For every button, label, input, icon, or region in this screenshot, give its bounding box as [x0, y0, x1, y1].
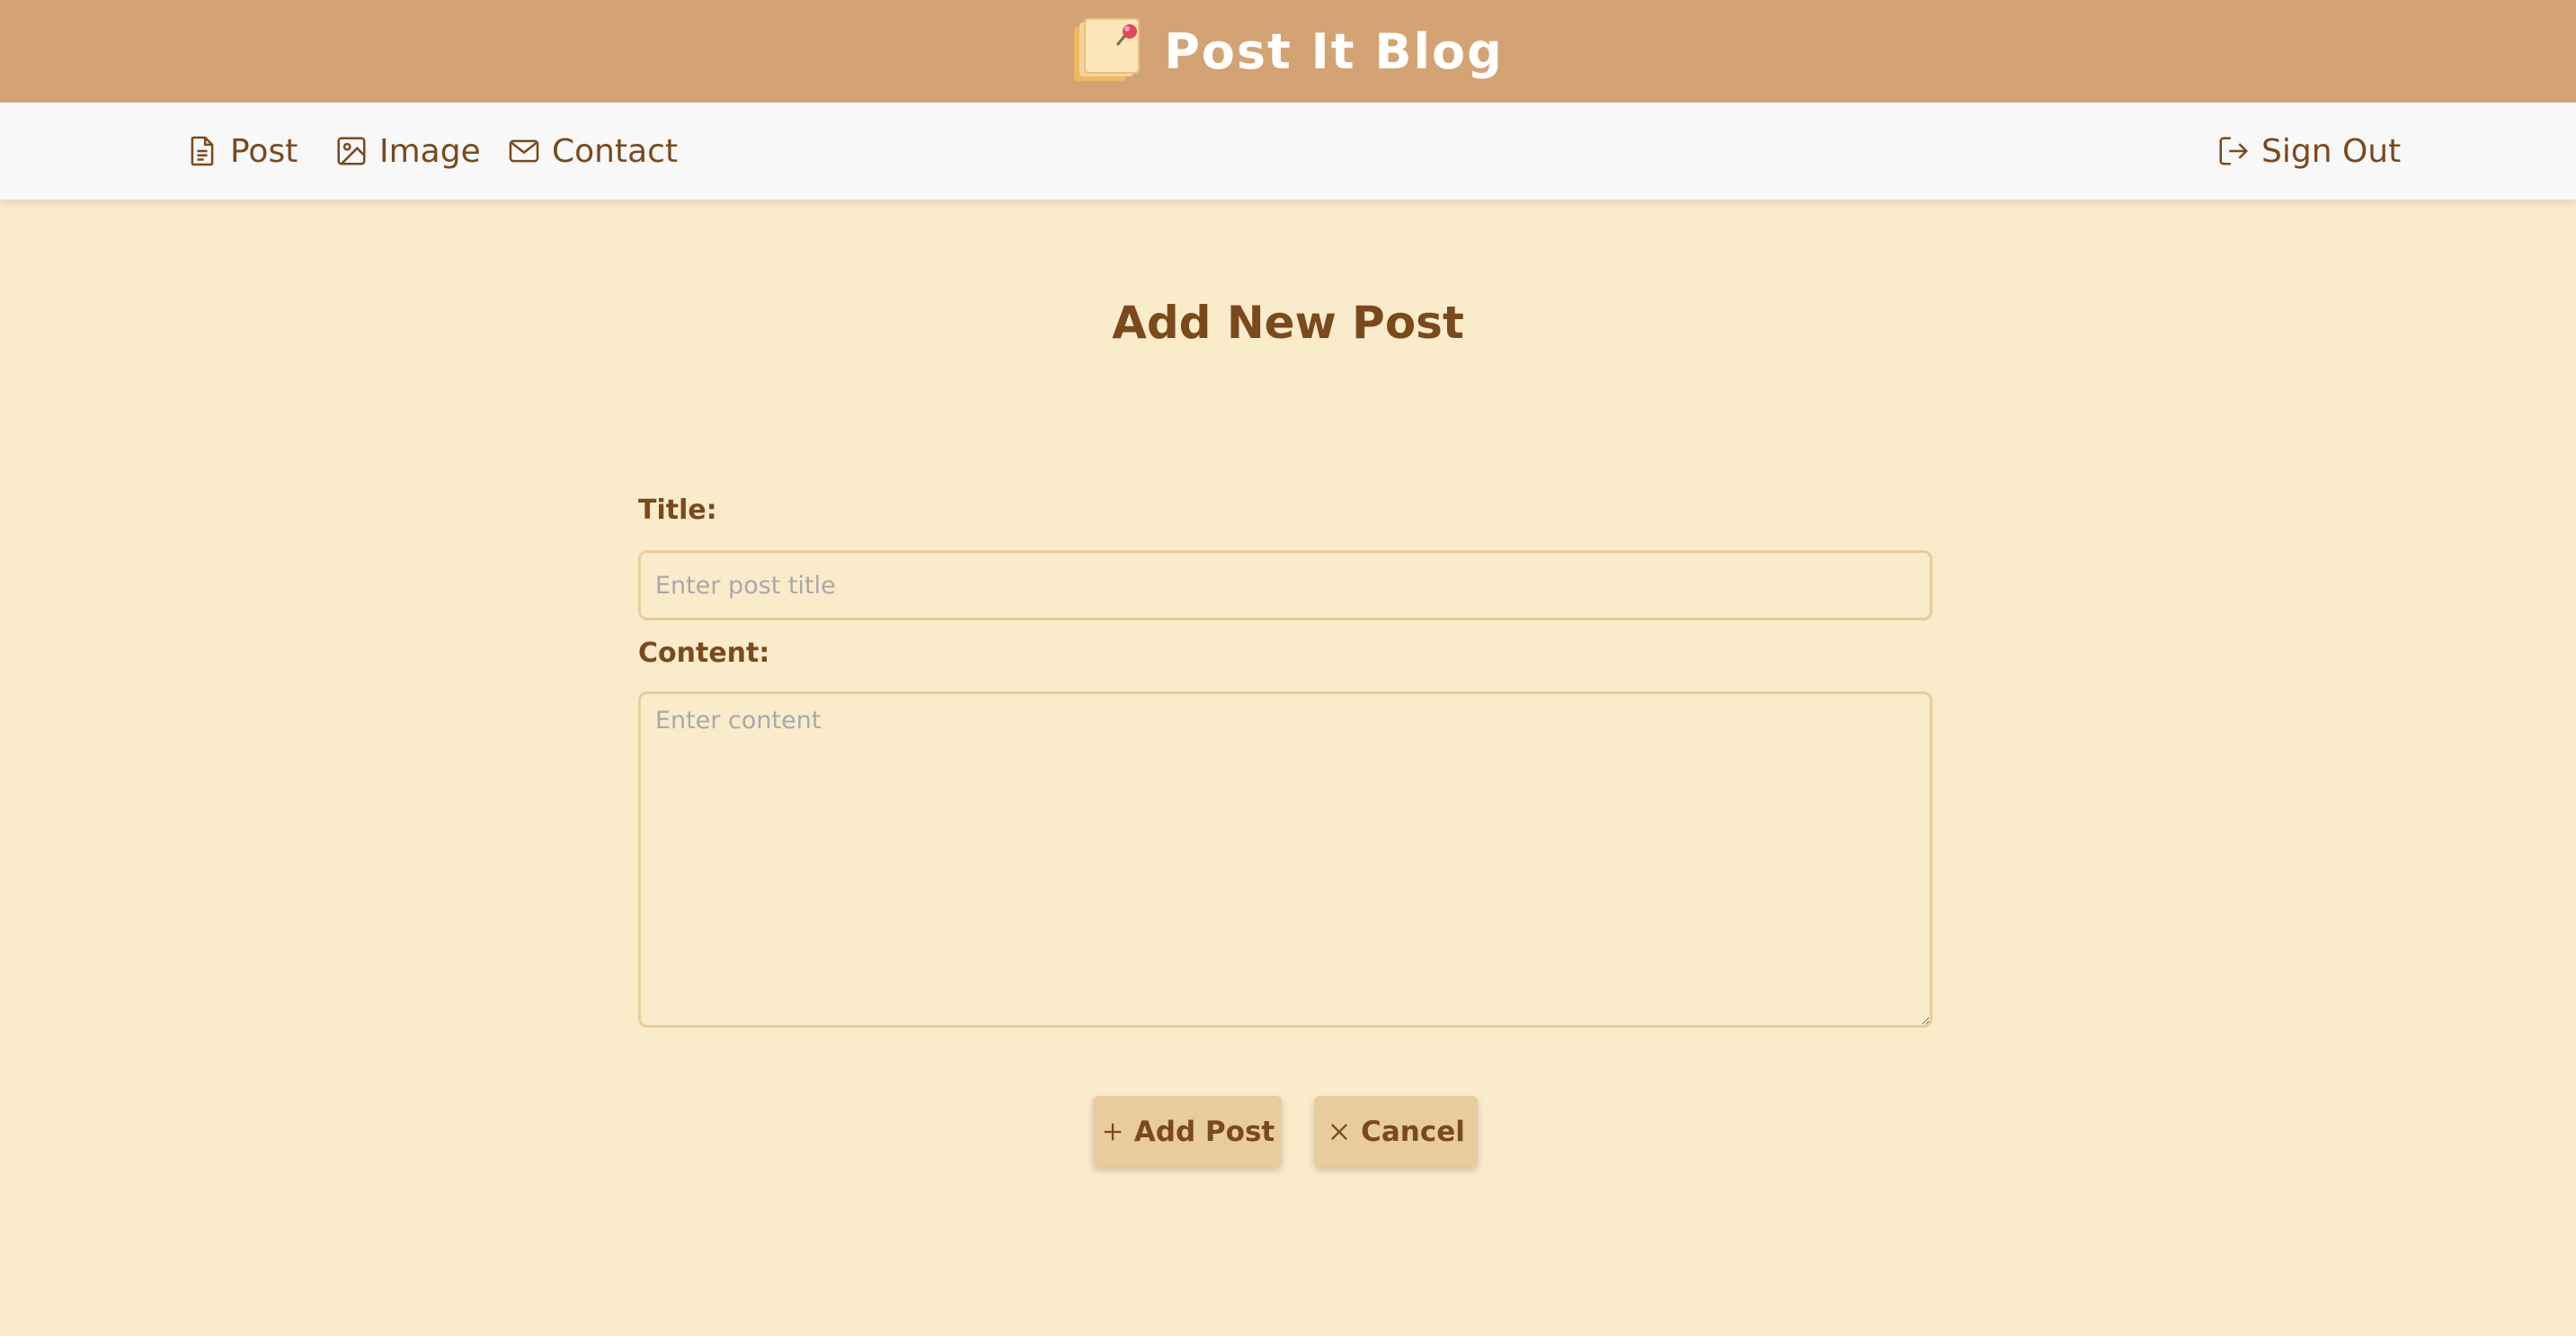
brand[interactable]: Post It Blog	[1072, 18, 1504, 85]
nav-item-post[interactable]: Post	[185, 102, 298, 200]
top-header: Post It Blog	[0, 0, 2576, 102]
sign-out-icon	[2219, 137, 2249, 165]
content-label: Content:	[638, 637, 770, 669]
nav-label-contact: Contact	[552, 132, 679, 170]
document-icon	[191, 136, 214, 166]
title-label: Title:	[638, 494, 717, 526]
sign-out-button[interactable]: Sign Out	[2216, 102, 2401, 200]
plus-icon	[1104, 1123, 1122, 1140]
nav-item-contact[interactable]: Contact	[507, 102, 678, 200]
image-icon	[337, 137, 366, 165]
page-title: Add New Post	[1112, 297, 1464, 349]
brand-title: Post It Blog	[1164, 22, 1504, 80]
sticky-note-pin-icon	[1072, 18, 1142, 85]
content-textarea[interactable]	[638, 691, 1932, 1028]
navbar: Post Image Contact Sign Out	[0, 102, 2576, 200]
nav-label-image: Image	[379, 132, 481, 170]
mail-icon	[509, 139, 539, 163]
add-post-button[interactable]: Add Post	[1093, 1096, 1282, 1167]
nav-label-post: Post	[230, 132, 298, 170]
title-input[interactable]	[638, 550, 1932, 620]
add-post-label: Add Post	[1133, 1115, 1275, 1148]
cancel-label: Cancel	[1361, 1115, 1465, 1148]
close-icon	[1331, 1123, 1348, 1140]
nav-item-image[interactable]: Image	[334, 102, 481, 200]
cancel-button[interactable]: Cancel	[1314, 1096, 1478, 1167]
sign-out-label: Sign Out	[2261, 132, 2402, 170]
